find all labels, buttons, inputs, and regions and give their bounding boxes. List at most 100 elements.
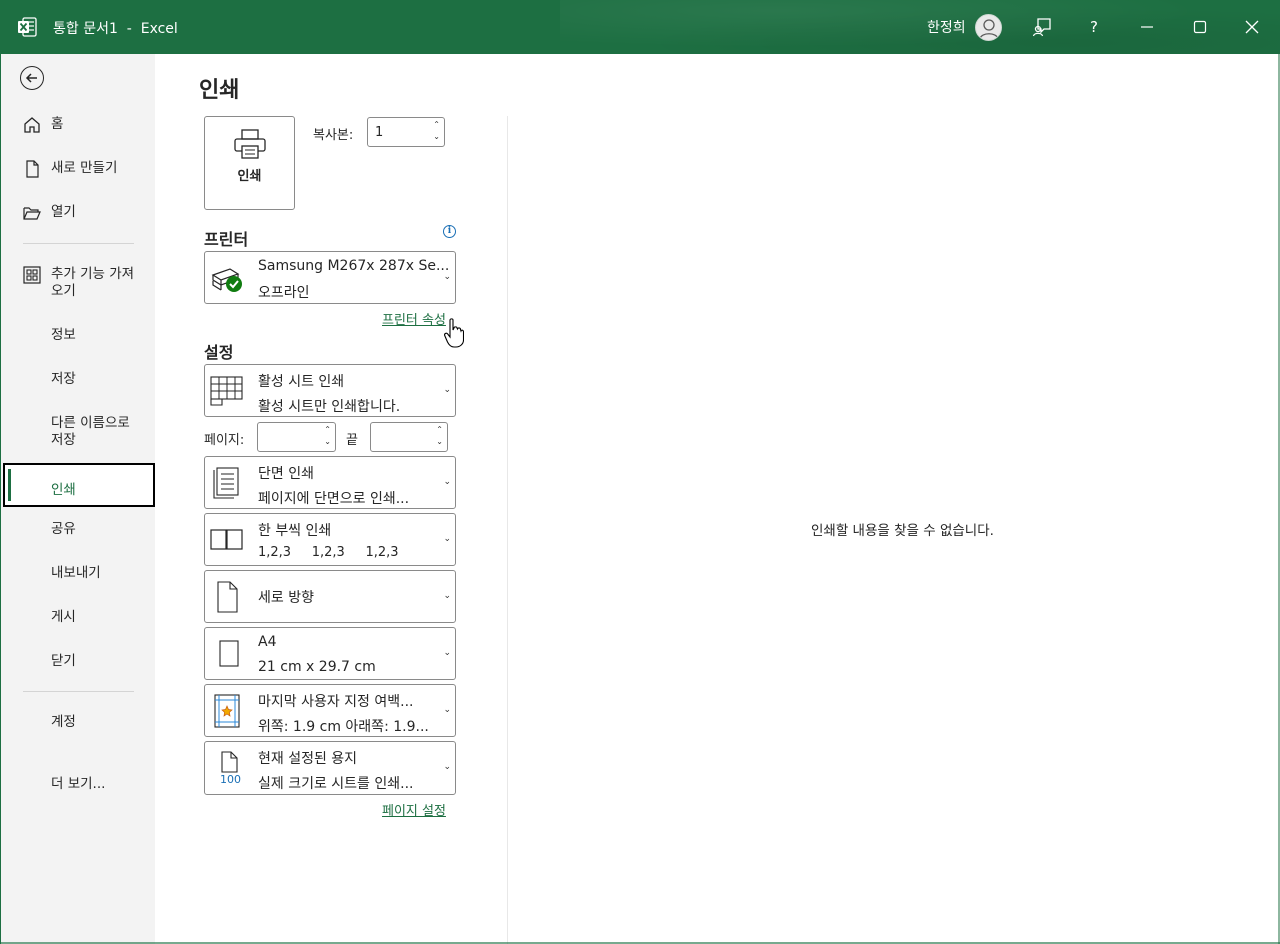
copies-label: 복사본: bbox=[313, 128, 354, 143]
copies-value: 1 bbox=[375, 125, 384, 140]
sheet-grid-icon bbox=[210, 376, 243, 406]
help-icon[interactable]: ? bbox=[1081, 14, 1107, 40]
svg-text:100: 100 bbox=[220, 773, 241, 786]
title-bar-texture bbox=[560, 0, 1280, 54]
open-folder-icon bbox=[23, 207, 41, 220]
chevron-down-icon: ⌄ bbox=[443, 477, 451, 487]
nav-label: 닫기 bbox=[51, 653, 76, 669]
scaling-icon: 100 bbox=[220, 751, 241, 786]
nav-label: 정보 bbox=[51, 327, 76, 343]
pages-from-stepper[interactable]: ⌃ ⌄ bbox=[257, 422, 336, 452]
printer-name: Samsung M267x 287x Se... bbox=[258, 258, 450, 274]
nav-label: 계정 bbox=[51, 714, 76, 730]
home-icon bbox=[24, 117, 40, 133]
collation-select[interactable]: 한 부씩 인쇄 1,2,3 1,2,3 1,2,3 ⌄ bbox=[204, 513, 456, 566]
setting-title: 한 부씩 인쇄 bbox=[258, 523, 332, 539]
nav-label: 더 보기... bbox=[51, 776, 106, 792]
back-button[interactable] bbox=[20, 66, 44, 90]
chevron-down-icon: ⌄ bbox=[443, 385, 451, 395]
back-arrow-icon bbox=[25, 73, 37, 83]
collated-icon bbox=[210, 529, 243, 550]
nav-label: 다른 이름으로 저장 bbox=[51, 415, 130, 448]
printer-icon bbox=[234, 129, 266, 159]
spin-up-icon[interactable]: ⌃ bbox=[436, 426, 443, 434]
preview-message: 인쇄할 내용을 찾을 수 없습니다. bbox=[811, 523, 994, 539]
printer-status: 오프라인 bbox=[258, 285, 310, 301]
nav-label: 저장 bbox=[51, 371, 76, 387]
copies-stepper[interactable]: 1 ⌃ ⌄ bbox=[367, 117, 445, 147]
pages-label: 페이지: bbox=[204, 433, 245, 448]
backstage-nav: 홈 새로 만들기 열기 추가 기능 가져오기 정보 저장 다른 이름으로저장 bbox=[0, 54, 155, 944]
setting-title: 마지막 사용자 지정 여백... bbox=[258, 694, 414, 710]
nav-label: 추가 기능 가져 오기 bbox=[51, 266, 135, 299]
feedback-icon[interactable] bbox=[1029, 14, 1055, 40]
margins-select[interactable]: 마지막 사용자 지정 여백... 위쪽: 1.9 cm 아래쪽: 1.9... … bbox=[204, 684, 456, 737]
spin-down-icon[interactable]: ⌄ bbox=[433, 133, 440, 141]
orientation-select[interactable]: 세로 방향 ⌄ bbox=[204, 570, 456, 623]
chevron-down-icon: ⌄ bbox=[443, 762, 451, 772]
setting-title: 현재 설정된 용지 bbox=[258, 751, 358, 767]
print-button-label: 인쇄 bbox=[237, 169, 262, 184]
pages-to-stepper[interactable]: ⌃ ⌄ bbox=[370, 422, 448, 452]
setting-subtitle: 위쪽: 1.9 cm 아래쪽: 1.9... bbox=[258, 719, 429, 735]
page-title: 인쇄 bbox=[199, 78, 240, 103]
setting-subtitle: 21 cm x 29.7 cm bbox=[258, 659, 376, 675]
title-bar: 통합 문서1 - Excel 한정희 ? bbox=[0, 0, 1280, 54]
window-title: 통합 문서1 - Excel bbox=[53, 21, 178, 37]
chevron-down-icon: ⌄ bbox=[443, 705, 451, 715]
setting-title: A4 bbox=[258, 634, 277, 650]
minimize-icon[interactable] bbox=[1134, 14, 1160, 40]
panel-divider bbox=[507, 116, 508, 944]
chevron-down-icon: ⌄ bbox=[443, 272, 451, 282]
setting-title: 활성 시트 인쇄 bbox=[258, 374, 345, 390]
chevron-down-icon: ⌄ bbox=[443, 534, 451, 544]
nav-label: 공유 bbox=[51, 521, 76, 537]
printer-properties-link[interactable]: 프린터 속성 bbox=[382, 309, 446, 328]
sides-select[interactable]: 단면 인쇄 페이지에 단면으로 인쇄... ⌄ bbox=[204, 456, 456, 509]
print-button[interactable]: 인쇄 bbox=[204, 116, 295, 210]
pages-to-label: 끝 bbox=[346, 433, 358, 448]
scaling-select[interactable]: 100 현재 설정된 용지 실제 크기로 시트를 인쇄... ⌄ bbox=[204, 741, 456, 795]
settings-heading: 설정 bbox=[204, 343, 234, 362]
nav-divider bbox=[23, 691, 134, 692]
info-icon[interactable]: i bbox=[443, 225, 456, 238]
spin-down-icon[interactable]: ⌄ bbox=[324, 438, 331, 446]
excel-logo-icon bbox=[18, 17, 37, 37]
new-document-icon bbox=[26, 160, 39, 178]
hand-cursor-icon bbox=[444, 318, 464, 348]
margins-icon bbox=[214, 694, 240, 728]
setting-subtitle: 1,2,3 1,2,3 1,2,3 bbox=[258, 545, 399, 560]
setting-title: 세로 방향 bbox=[258, 590, 314, 606]
nav-divider bbox=[23, 243, 134, 244]
page-setup-link[interactable]: 페이지 설정 bbox=[382, 800, 446, 819]
maximize-icon[interactable] bbox=[1187, 14, 1213, 40]
paper-size-select[interactable]: A4 21 cm x 29.7 cm ⌄ bbox=[204, 627, 456, 680]
spin-down-icon[interactable]: ⌄ bbox=[436, 438, 443, 446]
spin-up-icon[interactable]: ⌃ bbox=[433, 121, 440, 129]
close-icon[interactable] bbox=[1239, 14, 1265, 40]
user-name[interactable]: 한정희 bbox=[927, 17, 966, 37]
setting-subtitle: 실제 크기로 시트를 인쇄... bbox=[258, 776, 414, 792]
printer-heading: 프린터 bbox=[204, 230, 249, 249]
one-sided-icon bbox=[213, 467, 239, 499]
printer-select[interactable]: Samsung M267x 287x Se... 오프라인 ⌄ bbox=[204, 251, 456, 304]
avatar[interactable] bbox=[975, 14, 1002, 41]
paper-size-icon bbox=[219, 640, 239, 667]
print-what-select[interactable]: 활성 시트 인쇄 활성 시트만 인쇄합니다. ⌄ bbox=[204, 364, 456, 417]
nav-label: 게시 bbox=[51, 609, 76, 625]
nav-label: 내보내기 bbox=[51, 565, 101, 581]
nav-item-print[interactable]: 인쇄 bbox=[3, 463, 155, 507]
selection-indicator bbox=[8, 469, 11, 501]
setting-title: 단면 인쇄 bbox=[258, 466, 314, 482]
setting-subtitle: 페이지에 단면으로 인쇄... bbox=[258, 491, 410, 507]
portrait-icon bbox=[217, 581, 238, 613]
nav-label: 새로 만들기 bbox=[51, 160, 118, 176]
nav-label: 홈 bbox=[51, 116, 64, 132]
nav-label: 열기 bbox=[51, 204, 76, 220]
chevron-down-icon: ⌄ bbox=[443, 591, 451, 601]
addins-icon bbox=[23, 266, 41, 284]
spin-up-icon[interactable]: ⌃ bbox=[324, 426, 331, 434]
setting-subtitle: 활성 시트만 인쇄합니다. bbox=[258, 399, 401, 415]
nav-label: 인쇄 bbox=[51, 482, 76, 498]
printer-status-icon bbox=[211, 268, 242, 292]
